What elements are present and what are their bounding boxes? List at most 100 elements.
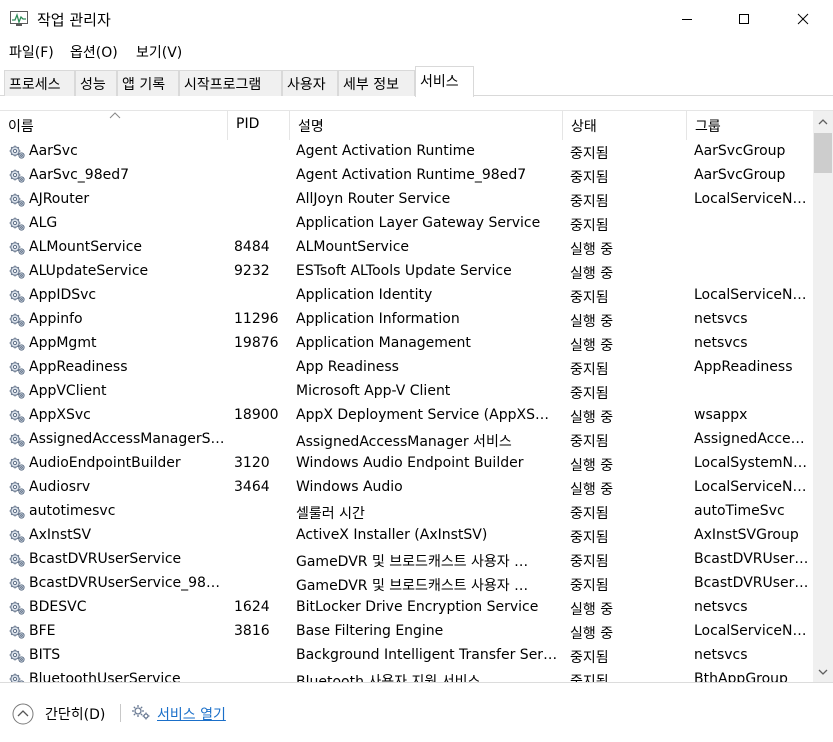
service-group: BthAppGroup [694,671,788,682]
service-gear-icon [9,505,25,519]
table-row[interactable]: BFE 3816 Base Filtering Engine 실행 중 LocalSer… [0,620,813,644]
service-name: Audiosrv [29,479,91,495]
service-gear-icon [9,553,25,567]
maximize-icon [739,14,749,24]
open-services-link[interactable]: 서비스 열기 [157,704,226,724]
table-row[interactable]: BcastDVRUserService_98ed7 GameDVR 및 브로드캐스… [0,572,813,596]
service-status: 중지됨 [570,578,609,594]
table-row[interactable]: AarSvc_98ed7 Agent Activation Runtime_98e… [0,164,813,188]
services-gear-icon [132,705,150,720]
chevron-down-icon [818,669,828,675]
scroll-up-button[interactable] [813,113,833,130]
table-row[interactable]: BDESVC 1624 BitLocker Drive Encryption Ser… [0,596,813,620]
tab-performance[interactable]: 성능 [75,70,117,96]
menu-view[interactable]: 보기(V) [136,42,182,62]
column-header-description[interactable]: 설명 [290,111,563,140]
service-pid [234,164,289,188]
service-description: Microsoft App-V Client [296,383,451,399]
service-gear-icon [9,337,25,351]
service-group: AarSvcGroup [694,143,786,159]
table-row[interactable]: AJRouter AllJoyn Router Service 중지됨 LocalSe… [0,188,813,212]
scroll-down-button[interactable] [813,664,833,681]
column-header-group[interactable]: 그룹 [687,111,813,140]
service-description: Application Layer Gateway Service [296,215,541,231]
service-status: 중지됨 [570,530,609,546]
table-row[interactable]: ALMountService 8484 ALMountService 실행 중 [0,236,813,260]
chevron-up-icon [818,119,828,125]
service-status: 중지됨 [570,170,609,186]
service-group: AarSvcGroup [694,167,786,183]
tab-startup[interactable]: 시작프로그램 [179,70,282,96]
service-pid: 3464 [234,479,270,495]
service-gear-icon [9,481,25,495]
service-description: Base Filtering Engine [296,623,444,639]
menu-options[interactable]: 옵션(O) [70,42,118,62]
service-status: 실행 중 [570,242,614,258]
column-header-status[interactable]: 상태 [563,111,687,140]
service-gear-icon [9,193,25,207]
table-row[interactable]: AppIDSvc Application Identity 중지됨 LocalServ… [0,284,813,308]
service-description: Application Information [296,311,460,327]
service-description: ESTsoft ALTools Update Service [296,263,512,279]
table-row[interactable]: BcastDVRUserService GameDVR 및 브로드캐스트 사용자 … [0,548,813,572]
service-gear-icon [9,577,25,591]
table-row[interactable]: BITS Background Intelligent Transfer Serv… [0,644,813,668]
sort-ascending-icon [109,112,121,119]
service-name: Appinfo [29,311,83,327]
service-description: App Readiness [296,359,399,375]
table-row[interactable]: AarSvc Agent Activation Runtime 중지됨 AarSvcG… [0,140,813,164]
service-gear-icon [9,265,25,279]
service-description: Agent Activation Runtime [296,143,475,159]
service-description: BitLocker Drive Encryption Service [296,599,539,615]
fewer-details-chevron-icon[interactable] [12,703,34,725]
tab-processes[interactable]: 프로세스 [4,70,75,96]
service-description: Bluetooth 사용자 지원 서비스 [296,674,481,682]
table-row[interactable]: BluetoothUserService Bluetooth 사용자 지원 서비스… [0,668,813,682]
service-name: AppXSvc [29,407,91,423]
service-pid: 8484 [234,239,270,255]
service-pid [234,428,289,452]
column-header-name[interactable]: 이름 [0,111,228,140]
service-gear-icon [9,145,25,159]
service-name: AppReadiness [29,359,128,375]
menu-file[interactable]: 파일(F) [9,42,54,62]
service-status: 실행 중 [570,410,614,426]
service-group: netsvcs [694,647,748,663]
table-row[interactable]: Audiosrv 3464 Windows Audio 실행 중 LocalServic… [0,476,813,500]
service-name: ALUpdateService [29,263,149,279]
table-row[interactable]: ALUpdateService 9232 ESTsoft ALTools Updat… [0,260,813,284]
fewer-details-button[interactable]: 간단히(D) [45,704,105,724]
service-pid: 18900 [234,407,279,423]
tab-app-history[interactable]: 앱 기록 [117,70,179,96]
service-description: Application Management [296,335,471,351]
service-status: 실행 중 [570,338,614,354]
table-row[interactable]: AudioEndpointBuilder 3120 Windows Audio En… [0,452,813,476]
tab-services[interactable]: 서비스 [415,66,474,97]
service-status: 중지됨 [570,506,609,522]
tab-bar: 프로세스 성능 앱 기록 시작프로그램 사용자 세부 정보 서비스 [0,64,833,97]
vertical-scrollbar[interactable] [813,111,833,682]
service-group: LocalServiceNo… [694,623,810,639]
table-row[interactable]: ALG Application Layer Gateway Service 중지됨 [0,212,813,236]
table-row[interactable]: Appinfo 11296 Application Information 실행 중 n… [0,308,813,332]
column-header-pid[interactable]: PID [228,111,290,140]
minimize-button[interactable] [664,0,710,38]
service-name: ALG [29,215,58,231]
service-name: BcastDVRUserService_98ed7 [29,575,226,591]
maximize-button[interactable] [721,0,767,38]
service-description: ALMountService [296,239,409,255]
table-row[interactable]: AppReadiness App Readiness 중지됨 AppReadiness [0,356,813,380]
table-row[interactable]: autotimesvc 셀룰러 시간 중지됨 autoTimeSvc [0,500,813,524]
tab-users[interactable]: 사용자 [282,70,338,96]
table-row[interactable]: AxInstSV ActiveX Installer (AxInstSV) 중지됨 A… [0,524,813,548]
service-status: 중지됨 [570,386,609,402]
close-button[interactable] [780,0,826,38]
service-group: netsvcs [694,599,748,615]
table-row[interactable]: AppVClient Microsoft App-V Client 중지됨 [0,380,813,404]
tab-details[interactable]: 세부 정보 [338,70,415,96]
table-row[interactable]: AppMgmt 19876 Application Management 실행 중 ne… [0,332,813,356]
scroll-thumb[interactable] [814,133,832,173]
table-row[interactable]: AppXSvc 18900 AppX Deployment Service (App… [0,404,813,428]
service-gear-icon [9,457,25,471]
table-row[interactable]: AssignedAccessManagerSvc AssignedAccessMa… [0,428,813,452]
